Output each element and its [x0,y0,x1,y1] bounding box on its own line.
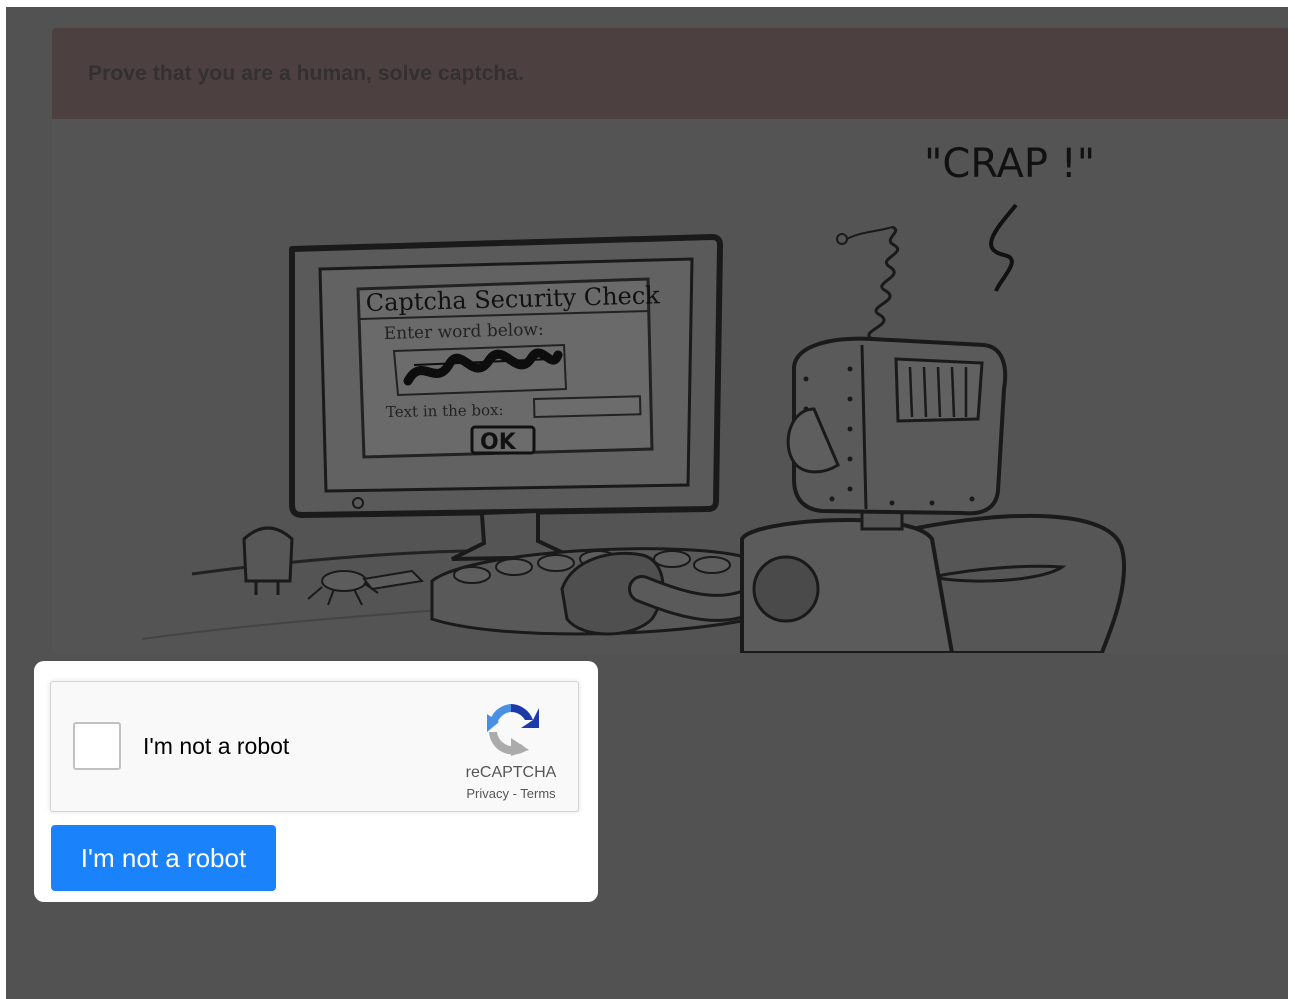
submit-button[interactable]: I'm not a robot [51,825,276,891]
recaptcha-links: Privacy - Terms [456,786,566,801]
recaptcha-checkbox-label: I'm not a robot [143,733,290,759]
recaptcha-logo-icon [487,704,539,756]
recaptcha-checkbox[interactable] [73,722,121,770]
captcha-card: I'm not a robot reCAPTCHA Privacy - Term… [34,661,598,902]
robot-speech: "CRAP !" [924,141,1095,187]
robot-captcha-cartoon: Captcha Security Check Enter word below:… [141,141,1126,653]
recaptcha-widget: I'm not a robot reCAPTCHA Privacy - Term… [50,681,579,812]
dialog-ok: OK [480,430,517,455]
dialog-field-label: Text in the box: [386,401,504,421]
comic-illustration: Captcha Security Check Enter word below:… [52,119,1288,653]
terms-link[interactable]: Terms [520,786,555,801]
dialog-prompt: Enter word below: [384,320,544,344]
privacy-link[interactable]: Privacy [466,786,509,801]
captcha-alert: Prove that you are a human, solve captch… [52,28,1288,119]
alert-text: Prove that you are a human, solve captch… [88,61,525,85]
page-backdrop: Prove that you are a human, solve captch… [6,7,1288,999]
recaptcha-brand: reCAPTCHA [465,764,557,781]
links-separator: - [508,786,521,801]
